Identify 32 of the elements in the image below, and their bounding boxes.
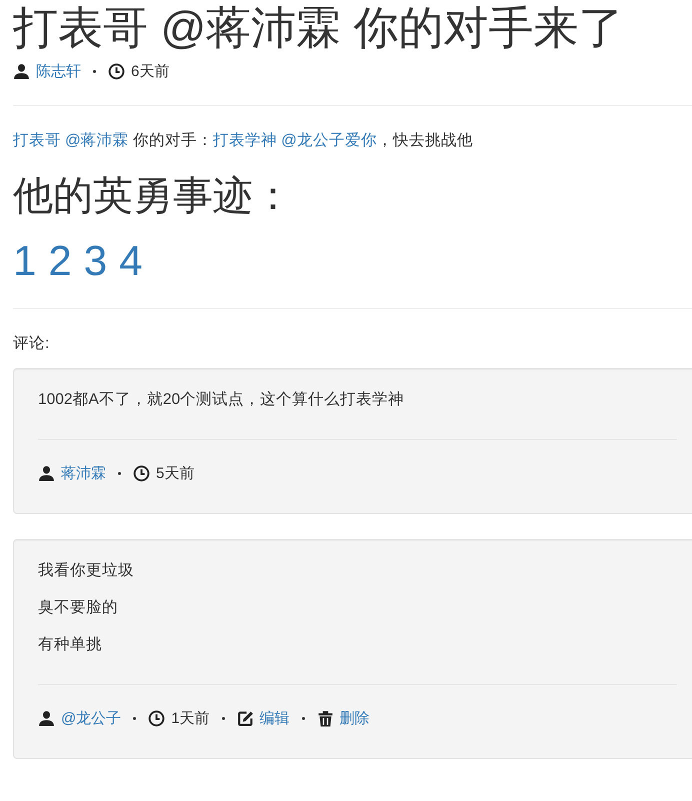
delete-link[interactable]: 删除 (340, 709, 370, 728)
user-icon (13, 63, 30, 80)
record-link[interactable]: 1 (13, 236, 36, 286)
comment-text: 我看你更垃圾 (38, 561, 135, 581)
record-link[interactable]: 4 (119, 236, 142, 286)
author-link[interactable]: @龙公子 (61, 709, 122, 728)
clock-icon (133, 465, 150, 482)
clock-icon (108, 63, 125, 80)
mention-link[interactable]: 打表学神 (213, 132, 278, 149)
trash-icon (316, 710, 334, 727)
comment-text: 1002都A不了，就20个测试点，这个算什么打表学神 (38, 390, 406, 410)
edit-icon (236, 710, 254, 727)
edit-link[interactable]: 编辑 (260, 709, 290, 728)
user-icon (38, 465, 55, 482)
post-title: 打表哥 @蒋沛霖 你的对手来了 (13, 1, 625, 55)
clock-icon (148, 710, 166, 727)
mention-link[interactable]: @龙公子爱你 (281, 132, 377, 149)
post-text: 打表哥 @蒋沛霖 你的对手：打表学神 @龙公子爱你，快去挑战他 (13, 131, 474, 151)
comment-text: 臭不要脸的 (38, 598, 119, 618)
mention-link[interactable]: @蒋沛霖 (65, 132, 129, 149)
user-icon (38, 710, 55, 727)
author-link[interactable]: 蒋沛霖 (61, 464, 106, 483)
record-link[interactable]: 2 (48, 236, 72, 286)
timestamp: 1天前 (171, 709, 210, 728)
comment-text: 有种单挑 (38, 635, 103, 655)
timestamp: 6天前 (131, 62, 170, 81)
section-heading: 他的英勇事迹： (13, 173, 294, 220)
author-link[interactable]: 陈志轩 (36, 62, 81, 81)
record-link[interactable]: 3 (84, 236, 108, 286)
comments-label: 评论: (13, 334, 50, 354)
timestamp: 5天前 (156, 464, 194, 483)
mention-link[interactable]: 打表哥 (13, 132, 61, 149)
